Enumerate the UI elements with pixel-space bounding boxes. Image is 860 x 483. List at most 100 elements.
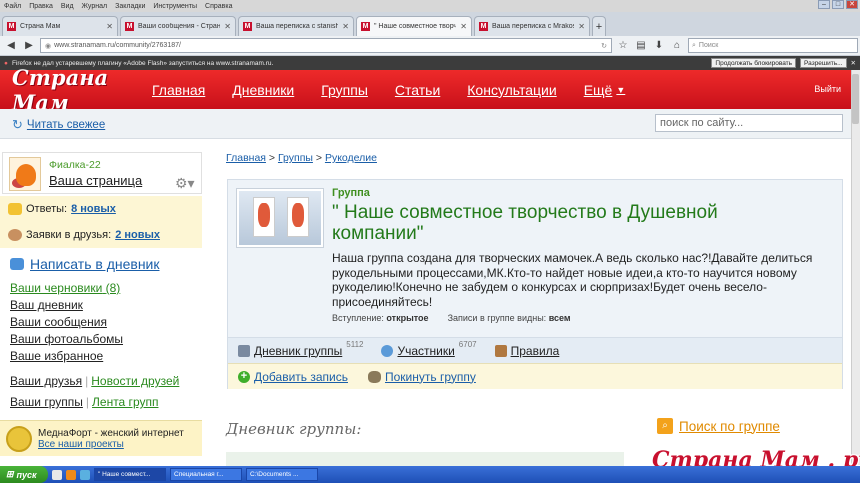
page-scrollbar[interactable] [851,70,860,465]
quicklaunch-icon[interactable] [80,469,90,480]
browser-tab[interactable]: М Ваша переписка с Mrakos8... ✕ [474,16,590,36]
scrollbar-thumb[interactable] [852,74,859,124]
close-tab-icon[interactable]: ✕ [578,22,585,31]
close-tab-icon[interactable]: ✕ [460,22,467,31]
taskbar-item[interactable]: " Наше совмест... [94,468,166,481]
bookmarks-menu-icon[interactable]: ▤ [634,39,648,53]
menu-bookmarks[interactable]: Закладки [115,3,145,10]
groups-feed-link[interactable]: Лента групп [92,395,158,409]
my-groups-link[interactable]: Ваши группы [10,395,83,409]
site-logo[interactable]: Страна Мам [12,65,152,115]
mednafort-promo: МеднаФорт - женский интернет Все наши пр… [0,420,202,456]
menu-edit[interactable]: Правка [29,3,53,10]
nav-home[interactable]: Главная [152,82,205,98]
start-button[interactable]: ⊞ пуск [0,466,48,483]
menu-view[interactable]: Вид [61,3,74,10]
browser-tab[interactable]: М Ваши сообщения - Страна ... ✕ [120,16,236,36]
nav-more[interactable]: Ещё ▼ [584,82,626,98]
maximize-icon[interactable]: □ [832,0,844,9]
leave-group-label: Покинуть группу [385,369,476,384]
entry-value: открытое [386,313,429,323]
read-fresh-link[interactable]: ↻ Читать свежее [12,117,105,133]
my-favorites-link[interactable]: Ваше избранное [10,349,103,363]
avatar[interactable] [9,157,41,191]
menu-help[interactable]: Справка [205,3,232,10]
group-card: Группа " Наше совместное творчество в Ду… [227,179,843,389]
bookmark-star-icon[interactable]: ☆ [616,39,630,53]
menu-tools[interactable]: Инструменты [153,3,197,10]
breadcrumb-separator: > [268,152,276,164]
breadcrumb-category[interactable]: Рукоделие [325,152,377,164]
new-tab-button[interactable]: + [592,16,606,36]
group-actions: + Добавить запись Покинуть группу [228,363,842,389]
diary-entry-strip [226,452,624,466]
taskbar-item[interactable]: C:\Documents ... [246,468,318,481]
keep-blocking-button[interactable]: Продолжать блокировать [711,58,797,68]
site-search-input[interactable]: поиск по сайту... [655,114,843,132]
add-post-button[interactable]: + Добавить запись [238,370,348,384]
drafts-link[interactable]: Ваши черновики (8) [10,281,120,295]
reload-icon[interactable]: ↻ [601,42,607,50]
quicklaunch-icon[interactable] [52,469,62,480]
plus-icon: + [238,370,250,383]
leave-group-button[interactable]: Покинуть группу [368,370,476,384]
friends-row: Ваши друзья | Новости друзей [10,374,179,388]
firefox-icon[interactable] [66,469,76,480]
close-notification-icon[interactable]: ✕ [851,59,856,67]
browser-tab[interactable]: М Ваша переписка с stanishon... ✕ [238,16,354,36]
menu-file[interactable]: Файл [4,3,21,10]
group-thumbnail[interactable] [236,188,324,248]
logout-link[interactable]: Выйти [814,84,841,94]
browser-tabbar: М Страна Мам ✕ М Ваши сообщения - Страна ..… [0,12,860,36]
close-tab-icon[interactable]: ✕ [342,22,349,31]
home-icon[interactable]: ⌂ [670,39,684,53]
judge-icon [494,344,507,357]
tab-count: 6707 [458,339,477,349]
my-friends-link[interactable]: Ваши друзья [10,374,82,388]
username[interactable]: Фиалка-22 [49,159,101,171]
nav-articles[interactable]: Статьи [395,82,440,98]
browser-tab-active[interactable]: М " Наше совместное творче... ✕ [356,16,472,36]
search-group-link[interactable]: ⌕ Поиск по группе [657,418,780,434]
download-arrow-icon[interactable]: ⬇ [652,39,666,53]
my-diary-link[interactable]: Ваш дневник [10,298,83,312]
my-messages-link[interactable]: Ваши сообщения [10,315,107,329]
profile-link[interactable]: Ваша страница [49,173,142,188]
all-projects-link[interactable]: Все наши проекты [38,439,184,450]
menu-history[interactable]: Журнал [82,3,108,10]
address-bar[interactable]: ◉ www.stranamam.ru/community/2763187/ ↻ [40,38,612,53]
close-tab-icon[interactable]: ✕ [106,22,113,31]
separator: | [85,395,90,409]
breadcrumb: Главная > Группы > Рукоделие [226,152,377,164]
tab-rules[interactable]: Правила [494,344,559,358]
breadcrumb-separator: > [315,152,323,164]
allow-button[interactable]: Разрешить... [800,58,847,68]
close-tab-icon[interactable]: ✕ [224,22,231,31]
tab-count: 5112 [346,339,364,349]
breadcrumb-home[interactable]: Главная [226,152,266,164]
nav-groups[interactable]: Группы [321,82,368,98]
group-description: Наша группа создана для творческих мамоч… [332,251,813,309]
browser-tab[interactable]: М Страна Мам ✕ [2,16,118,36]
visibility-value: всем [548,313,571,323]
forward-arrow-icon[interactable]: ▶ [22,39,36,53]
taskbar-item[interactable]: Специальная г... [170,468,242,481]
browser-search-input[interactable]: ⌕ Поиск [688,38,858,53]
close-icon[interactable]: ✕ [846,0,858,9]
answers-link[interactable]: 8 новых [71,203,116,215]
breadcrumb-groups[interactable]: Группы [278,152,313,164]
nav-consultations[interactable]: Консультации [467,82,556,98]
friend-requests-link[interactable]: 2 новых [115,229,160,241]
minimize-icon[interactable]: – [818,0,830,9]
write-blog-link[interactable]: Написать в дневник [10,256,160,272]
browser-menubar: Файл Правка Вид Журнал Закладки Инструме… [0,0,860,12]
answers-row: Ответы: 8 новых [0,196,202,222]
tab-members[interactable]: Участники 6707 [381,340,477,358]
site-identity-icon[interactable]: ◉ [45,42,51,50]
gear-icon[interactable]: ⚙▾ [175,175,195,192]
nav-diaries[interactable]: Дневники [232,82,294,98]
my-albums-link[interactable]: Ваши фотоальбомы [10,332,123,346]
tab-group-diary[interactable]: Дневник группы 5112 [238,340,363,358]
friends-news-link[interactable]: Новости друзей [91,374,179,388]
back-arrow-icon[interactable]: ◀ [4,39,18,53]
